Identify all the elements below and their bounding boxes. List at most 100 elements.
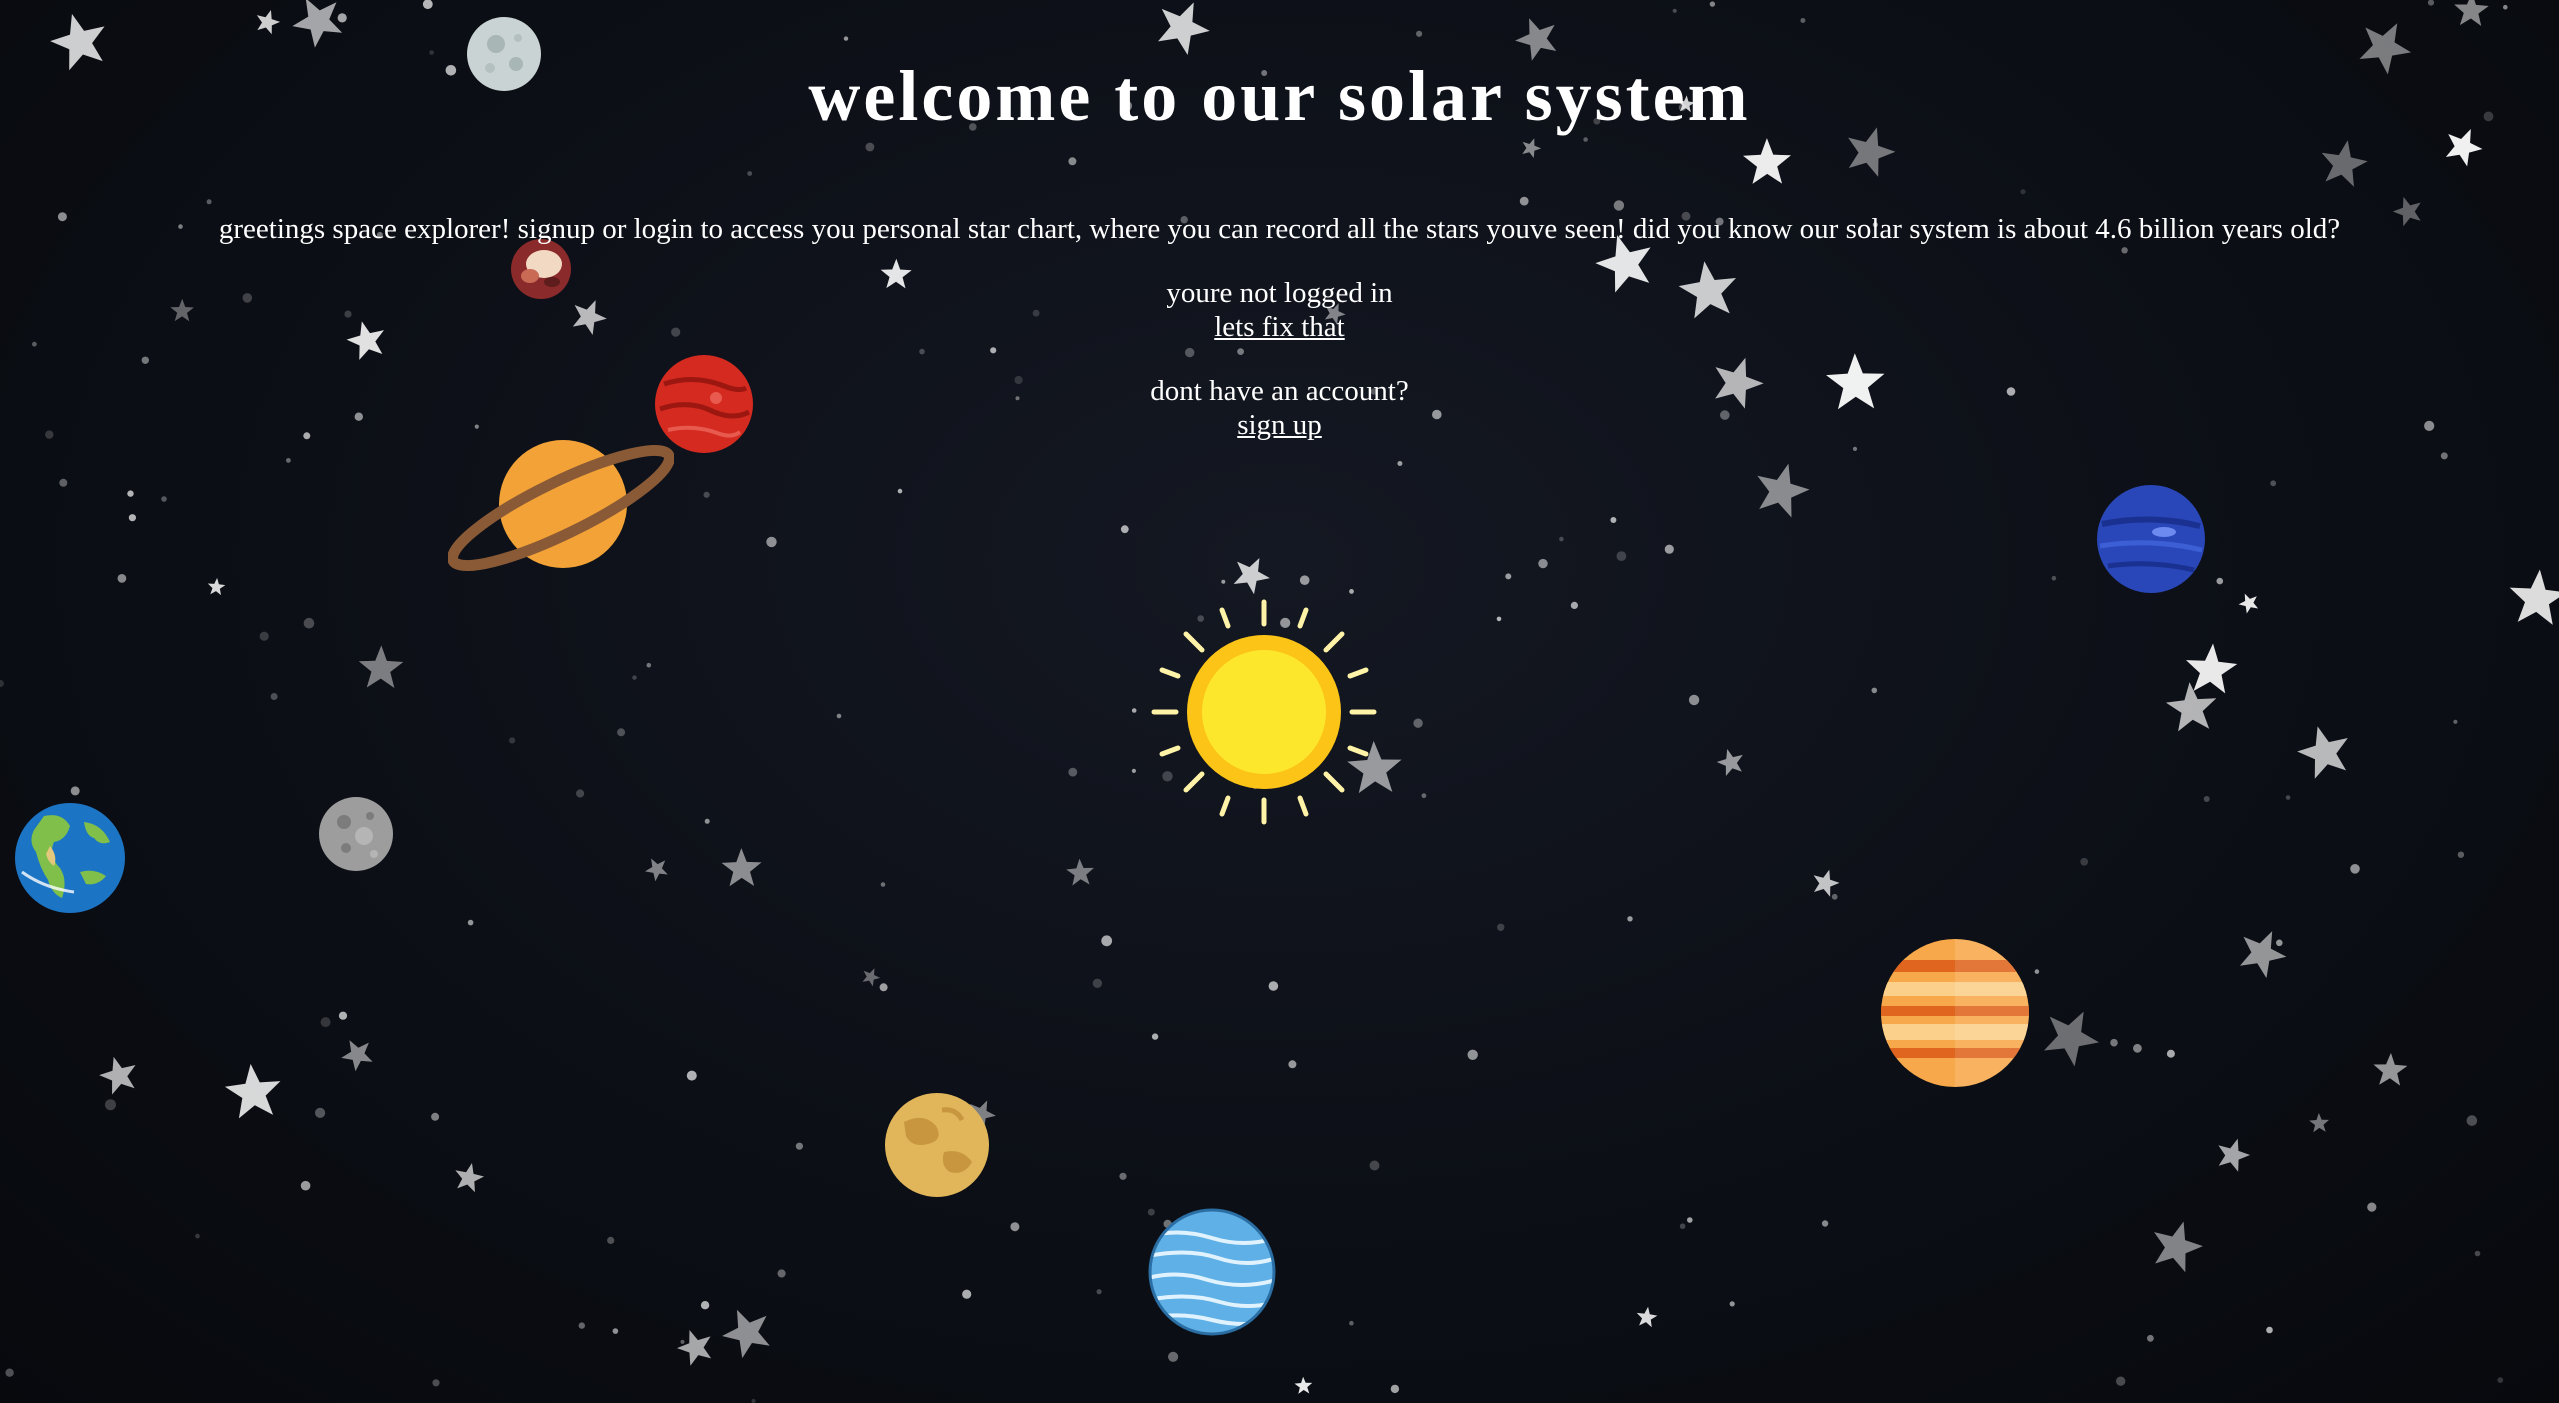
star-dot: [1610, 517, 1617, 523]
star-dot: [2051, 575, 2057, 581]
star-dot: [2121, 247, 2128, 254]
star-dot: [1068, 767, 1078, 777]
star-dot: [2110, 1038, 2118, 1047]
star-dot: [2503, 4, 2508, 10]
star-dot: [1168, 1351, 1179, 1362]
star-dot: [686, 1070, 697, 1081]
star-dot: [127, 490, 134, 497]
star-dot: [578, 1322, 585, 1329]
star-dot: [1131, 708, 1137, 713]
star-dot: [128, 514, 136, 522]
star-dot: [1299, 575, 1310, 585]
star-icon: [455, 1163, 485, 1193]
star-dot: [1010, 1222, 1020, 1232]
star-dot: [2270, 480, 2277, 487]
star-dot: [1871, 687, 1878, 694]
star-dot: [919, 348, 925, 355]
jupiter-icon: [1881, 939, 2029, 1087]
star-icon: [292, 0, 343, 48]
star-dot: [59, 478, 68, 487]
star-dot: [897, 488, 903, 494]
star-icon: [99, 1056, 136, 1095]
star-dot: [990, 347, 997, 354]
star-dot: [1583, 137, 1588, 142]
star-dot: [432, 1379, 440, 1387]
star-dot: [1349, 589, 1354, 594]
star-dot: [843, 36, 849, 41]
login-status-text: youre not logged in: [1166, 277, 1393, 309]
no-account-text: dont have an account?: [1150, 375, 1409, 407]
star-dot: [2216, 577, 2224, 585]
star-dot: [422, 0, 433, 10]
star-dot: [2466, 1115, 2478, 1126]
star-dot: [1672, 8, 1677, 13]
star-dot: [1185, 347, 1195, 358]
star-dot: [962, 1289, 972, 1299]
star-icon: [1066, 858, 1094, 886]
star-dot: [206, 199, 212, 205]
login-link[interactable]: lets fix that: [0, 310, 2559, 344]
star-dot: [1505, 573, 1512, 580]
star-dot: [1416, 30, 1423, 37]
star-dot: [2457, 851, 2465, 858]
star-dot: [1221, 579, 1226, 584]
star-dot: [303, 617, 315, 629]
star-dot: [747, 171, 753, 176]
star-dot: [117, 574, 127, 583]
star-dot: [865, 142, 875, 152]
star-dot: [320, 1017, 331, 1028]
star-dot: [836, 713, 842, 719]
earth-icon: [15, 803, 125, 913]
star-dot: [1390, 1384, 1400, 1394]
star-dot: [1519, 196, 1529, 206]
star-dot: [2133, 1043, 2142, 1053]
star-dot: [1800, 18, 1806, 23]
star-dot: [1369, 1160, 1380, 1171]
star-dot: [1101, 935, 1113, 947]
star-dot: [766, 536, 777, 548]
star-icon: [1716, 748, 1743, 776]
star-icon: [2309, 1113, 2330, 1133]
star-dot: [1092, 978, 1103, 988]
star-dot: [646, 662, 652, 668]
star-dot: [1467, 1049, 1478, 1061]
star-dot: [431, 1112, 440, 1121]
star-dot: [1413, 718, 1423, 728]
star-dot: [1288, 1060, 1297, 1069]
star-dot: [2166, 1049, 2175, 1058]
star-dot: [1151, 1033, 1159, 1040]
star-dot: [1237, 348, 1244, 355]
star-icon: [2321, 140, 2368, 187]
star-icon: [644, 858, 668, 882]
star-dot: [300, 1180, 311, 1191]
star-dot: [2080, 857, 2089, 866]
star-dot: [5, 1368, 14, 1377]
star-icon: [224, 1063, 281, 1119]
star-dot: [879, 983, 888, 992]
star-icon: [2186, 643, 2238, 694]
star-dot: [315, 1107, 326, 1118]
star-dot: [1068, 157, 1077, 166]
star-icon: [1158, 2, 1210, 55]
star-icon: [2454, 0, 2489, 27]
saturn-icon: [448, 440, 674, 574]
star-dot: [617, 728, 626, 737]
star-icon: [722, 1309, 770, 1359]
star-icon: [2165, 682, 2217, 732]
star-dot: [0, 679, 4, 688]
star-dot: [2034, 969, 2040, 974]
star-dot: [2427, 0, 2435, 6]
star-dot: [2367, 1202, 2377, 1212]
star-dot: [2350, 864, 2360, 874]
star-icon: [862, 968, 881, 987]
star-dot: [1570, 601, 1578, 610]
signup-link[interactable]: sign up: [0, 408, 2559, 442]
star-icon: [721, 848, 762, 887]
star-dot: [1679, 1223, 1686, 1229]
star-icon: [1294, 1376, 1313, 1394]
star-dot: [703, 491, 710, 498]
star-dot: [2276, 939, 2283, 947]
greeting-text: greetings space explorer! signup or logi…: [218, 213, 2341, 245]
star-icon: [1636, 1306, 1658, 1328]
star-dot: [1421, 793, 1427, 799]
